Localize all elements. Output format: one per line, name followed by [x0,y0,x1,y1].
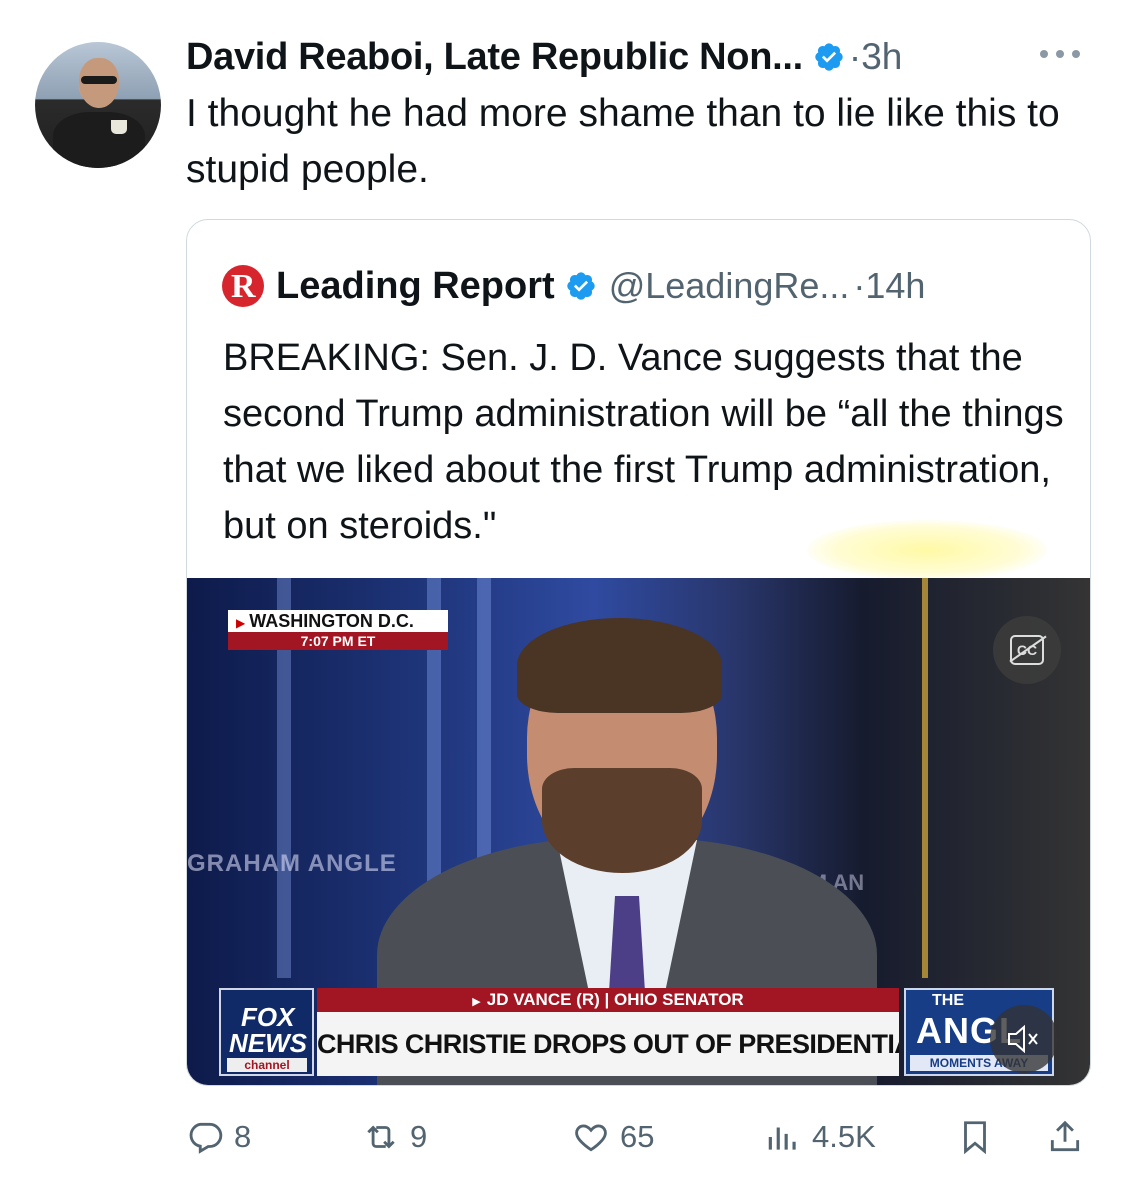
like-count: 65 [620,1119,655,1154]
leading-report-logo[interactable]: R [222,265,264,307]
like-button[interactable]: 65 [572,1112,654,1162]
quote-time[interactable]: ·14h [853,265,925,307]
quote-handle[interactable]: @LeadingRe... [609,265,850,307]
share-button[interactable] [1046,1112,1084,1162]
avatar-body [53,112,145,168]
more-icon[interactable] [1040,44,1094,64]
avatar-glasses [81,76,117,84]
studio-light [922,578,928,978]
like-icon [575,1124,607,1152]
reply-icon [189,1122,223,1154]
views-count: 4.5K [812,1119,876,1154]
fox-news-logo: FOX NEWS channel [219,988,314,1076]
verified-badge-icon [567,272,595,300]
views-icon [768,1127,796,1150]
background-logo: GRAHAM ANGLE [187,850,397,877]
video-player[interactable]: GRAHAM ANGLE HAM AN ▶WASHINGTON D.C. 7:0… [187,578,1090,1085]
quoted-tweet[interactable]: R Leading Report @LeadingRe... ·14h BREA… [186,219,1091,1086]
logo-letter: R [231,268,256,305]
verified-badge-icon [815,43,843,71]
cc-button[interactable]: CC [993,616,1061,684]
tweet-header: David Reaboi, Late Republic Non... ·3h [186,34,902,80]
quote-text: BREAKING: Sen. J. D. Vance suggests that… [223,337,1064,547]
repost-button[interactable]: 9 [362,1112,427,1162]
reply-button[interactable]: 8 [186,1112,251,1162]
tweet-text: I thought he had more shame than to lie … [186,92,1060,191]
location-banner: ▶ WASHINGTON D.C. 7:07 PM ET [228,610,448,650]
mute-button[interactable] [990,1005,1058,1073]
lower-third: FOX NEWS channel ▶ JD VANCE (R) | OHIO SE… [219,988,1054,1076]
quote-header: R Leading Report @LeadingRe... ·14h [222,264,925,308]
views-button[interactable]: 4.5K [764,1112,876,1162]
avatar-cup [111,120,127,134]
repost-count: 9 [410,1119,428,1154]
share-icon [1050,1120,1080,1152]
mute-icon [1008,1024,1038,1054]
author-avatar[interactable] [35,42,161,168]
lower-third-headline: CHRIS CHRISTIE DROPS OUT OF PRESIDENTIAL… [317,1012,899,1076]
reply-count: 8 [234,1119,252,1154]
play-arrow-icon: ▶ [236,616,246,630]
broadcast-time: 7:07 PM ET [228,632,448,650]
action-bar: 8 9 65 4.5K [186,1112,1096,1162]
person-beard [542,768,702,873]
repost-icon [367,1125,395,1149]
location-text: WASHINGTON D.C. [249,611,414,631]
lower-third-name: ▶ JD VANCE (R) | OHIO SENATOR [317,988,899,1012]
play-arrow-icon: ▶ [472,996,481,1008]
quote-account-name[interactable]: Leading Report [276,265,555,308]
cc-icon: CC [1010,635,1044,665]
author-name[interactable]: David Reaboi, Late Republic Non... [186,36,803,79]
bookmark-icon [964,1121,986,1155]
person-hair [517,618,722,713]
bookmark-button[interactable] [956,1112,994,1162]
tweet-time[interactable]: ·3h [849,36,902,78]
